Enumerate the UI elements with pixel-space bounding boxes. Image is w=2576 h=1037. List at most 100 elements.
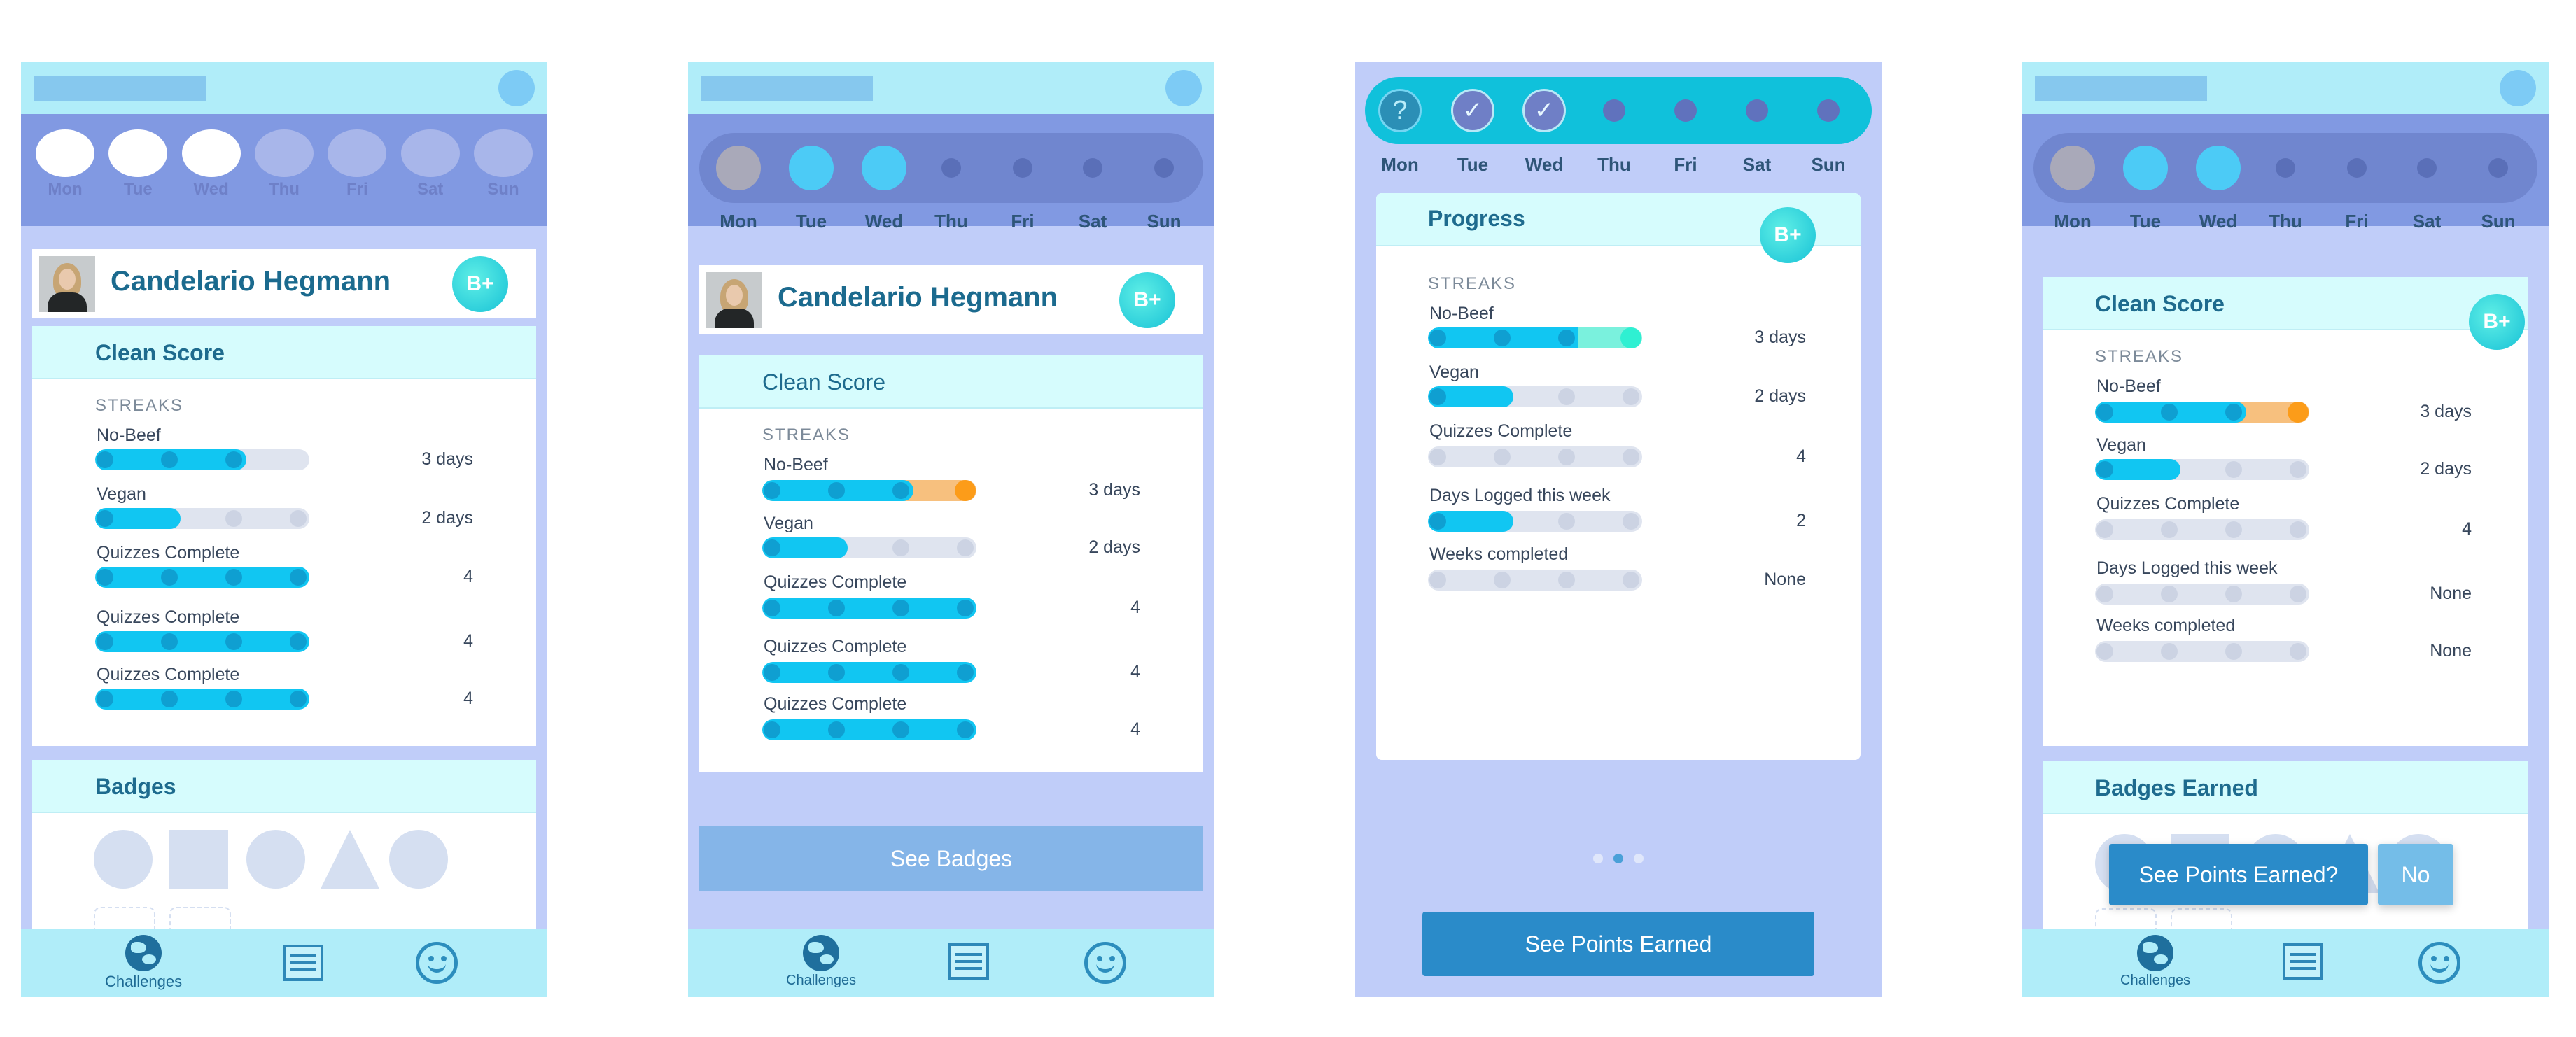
streak-row: No-Beef 3 days	[1428, 304, 1806, 348]
grade-badge[interactable]: B+	[1119, 272, 1175, 328]
day-sat[interactable]	[1083, 158, 1102, 178]
day-mon[interactable]	[716, 146, 761, 190]
day-sat[interactable]	[1746, 99, 1768, 122]
page-dot[interactable]	[1593, 854, 1603, 863]
nav-profile[interactable]	[1084, 942, 1126, 984]
newspaper-icon	[283, 945, 323, 981]
grade-badge[interactable]: B+	[2469, 294, 2525, 350]
day-label: Sun	[2481, 211, 2516, 232]
profile-icon[interactable]	[498, 70, 535, 106]
page-dot-active[interactable]	[1614, 854, 1623, 863]
bottom-nav: Challenges	[2022, 929, 2549, 997]
square-badge-icon	[169, 830, 228, 889]
streak-row: Quizzes Complete 4	[95, 665, 473, 710]
day-wed-check-icon[interactable]: ✓	[1522, 89, 1566, 132]
day-thu[interactable]: Thu	[254, 129, 314, 199]
avatar	[706, 272, 762, 328]
day-thu[interactable]	[2276, 158, 2295, 178]
day-label: Mon	[1381, 154, 1419, 175]
profile-icon[interactable]	[1166, 70, 1202, 106]
see-points-earned-button[interactable]: See Points Earned	[1422, 912, 1814, 976]
smiley-icon	[416, 942, 458, 984]
clean-score-card: Clean Score B+ STREAKS No-Beef 3 days Ve…	[2043, 277, 2528, 746]
screen-3: ? ✓ ✓ Mon Tue Wed Thu Fri Sat Sun Progre…	[1355, 62, 1882, 997]
day-wed[interactable]	[2196, 146, 2241, 190]
nav-news[interactable]	[2283, 943, 2323, 980]
profile-card: Candelario Hegmann B+	[699, 265, 1203, 334]
globe-icon	[2137, 935, 2174, 971]
top-bar	[688, 62, 1214, 114]
page-dot[interactable]	[1634, 854, 1644, 863]
day-sun[interactable]: Sun	[473, 129, 533, 199]
globe-icon	[125, 935, 162, 971]
nav-profile[interactable]	[416, 942, 458, 984]
badges-card: Badges	[32, 760, 536, 952]
day-thu[interactable]	[941, 158, 961, 178]
newspaper-icon	[2283, 943, 2323, 980]
nav-profile[interactable]	[2418, 942, 2460, 984]
streak-row: Days Logged this week 2	[1428, 486, 1806, 532]
day-label: Wed	[864, 211, 904, 232]
title-placeholder	[2035, 76, 2207, 101]
day-sun[interactable]	[1154, 158, 1174, 178]
day-tue[interactable]: Tue	[108, 129, 168, 199]
streak-row: Quizzes Complete 4	[95, 543, 473, 588]
day-sun[interactable]	[2488, 158, 2508, 178]
day-fri[interactable]: Fri	[327, 129, 387, 199]
day-tue[interactable]	[789, 146, 834, 190]
streak-row: Vegan 2 days	[2095, 435, 2472, 480]
top-bar	[21, 62, 547, 114]
see-points-earned-prompt-button[interactable]: See Points Earned?	[2109, 844, 2368, 905]
streak-row: Quizzes Complete 4	[1428, 421, 1806, 467]
day-mon[interactable]	[2050, 146, 2095, 190]
week-pill: ? ✓ ✓	[1365, 77, 1872, 144]
nav-challenges[interactable]: Challenges	[105, 935, 182, 991]
day-label: Tue	[2129, 211, 2162, 232]
day-tue[interactable]	[2123, 146, 2168, 190]
day-label: Thu	[1597, 154, 1631, 175]
screen-1: Mon Tue Wed Thu Fri Sat Sun Candelario H…	[21, 62, 547, 997]
streak-row: No-Beef 3 days	[95, 425, 473, 470]
see-badges-button[interactable]: See Badges	[699, 826, 1203, 891]
day-mon-question-icon[interactable]: ?	[1378, 89, 1422, 132]
day-sat[interactable]	[2417, 158, 2437, 178]
day-label: Thu	[2269, 211, 2302, 232]
nav-news[interactable]	[948, 943, 989, 980]
day-label: Fri	[1011, 211, 1035, 232]
day-wed[interactable]	[862, 146, 906, 190]
day-fri[interactable]	[1013, 158, 1032, 178]
nav-challenges[interactable]: Challenges	[786, 935, 856, 989]
day-fri[interactable]	[2347, 158, 2367, 178]
newspaper-icon	[948, 943, 989, 980]
circle-badge-icon	[94, 830, 153, 889]
smiley-icon	[2418, 942, 2460, 984]
day-label: Tue	[1457, 154, 1489, 175]
grade-badge[interactable]: B+	[1760, 207, 1816, 263]
day-thu[interactable]	[1603, 99, 1625, 122]
nav-challenges[interactable]: Challenges	[2120, 935, 2190, 989]
triangle-badge-icon	[321, 830, 379, 889]
day-label: Wed	[2199, 211, 2238, 232]
grade-badge[interactable]: B+	[452, 256, 508, 312]
day-mon[interactable]: Mon	[35, 129, 95, 199]
profile-icon[interactable]	[2500, 70, 2536, 106]
day-label: Sat	[1078, 211, 1107, 232]
streak-row: Quizzes Complete 4	[762, 694, 1140, 740]
streak-row: No-Beef 3 days	[2095, 376, 2472, 423]
nav-news[interactable]	[283, 945, 323, 981]
week-tracker: Mon Tue Wed Thu Fri Sat Sun	[688, 114, 1214, 232]
streak-row: Weeks completed None	[1428, 544, 1806, 591]
week-tracker: Mon Tue Wed Thu Fri Sat Sun	[21, 114, 547, 226]
user-name: Candelario Hegmann	[111, 266, 391, 297]
globe-icon	[803, 935, 840, 971]
day-tue-check-icon[interactable]: ✓	[1451, 89, 1494, 132]
day-sat[interactable]: Sat	[400, 129, 461, 199]
streak-row: Weeks completed None	[2095, 616, 2472, 662]
day-label: Mon	[2054, 211, 2092, 232]
no-button[interactable]: No	[2378, 844, 2454, 905]
title-placeholder	[34, 76, 206, 101]
day-sun[interactable]	[1817, 99, 1840, 122]
day-wed[interactable]: Wed	[181, 129, 241, 199]
day-label: Sat	[1742, 154, 1772, 175]
day-fri[interactable]	[1674, 99, 1697, 122]
